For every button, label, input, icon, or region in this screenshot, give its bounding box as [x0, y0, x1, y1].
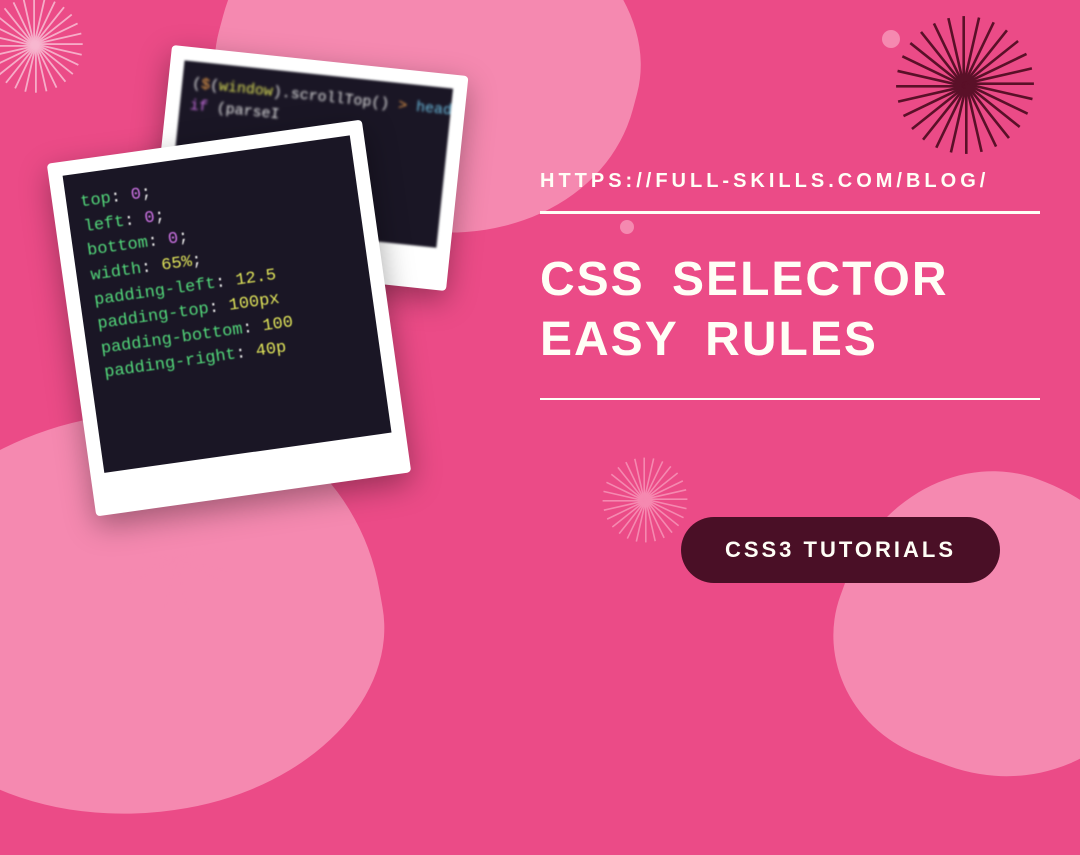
content-block: https://full-skills.com/blog/ CSS Select…	[540, 170, 1040, 436]
code-snippet-front: top: 0; left: 0; bottom: 0; width: 65%; …	[63, 135, 383, 406]
divider	[540, 398, 1040, 400]
main-title: CSS Selector Easy Rules	[540, 250, 1040, 370]
starburst-icon	[601, 456, 689, 544]
starburst-icon	[120, 505, 230, 615]
starburst-icon	[0, 0, 85, 95]
polaroid-front: top: 0; left: 0; bottom: 0; width: 65%; …	[47, 120, 411, 517]
divider	[540, 211, 1040, 214]
category-badge: CSS3 Tutorials	[681, 517, 1000, 583]
bg-blob	[798, 429, 1080, 820]
url-text: https://full-skills.com/blog/	[540, 170, 1040, 193]
badge-container: CSS3 Tutorials	[681, 517, 1000, 583]
starburst-icon	[894, 14, 1037, 157]
